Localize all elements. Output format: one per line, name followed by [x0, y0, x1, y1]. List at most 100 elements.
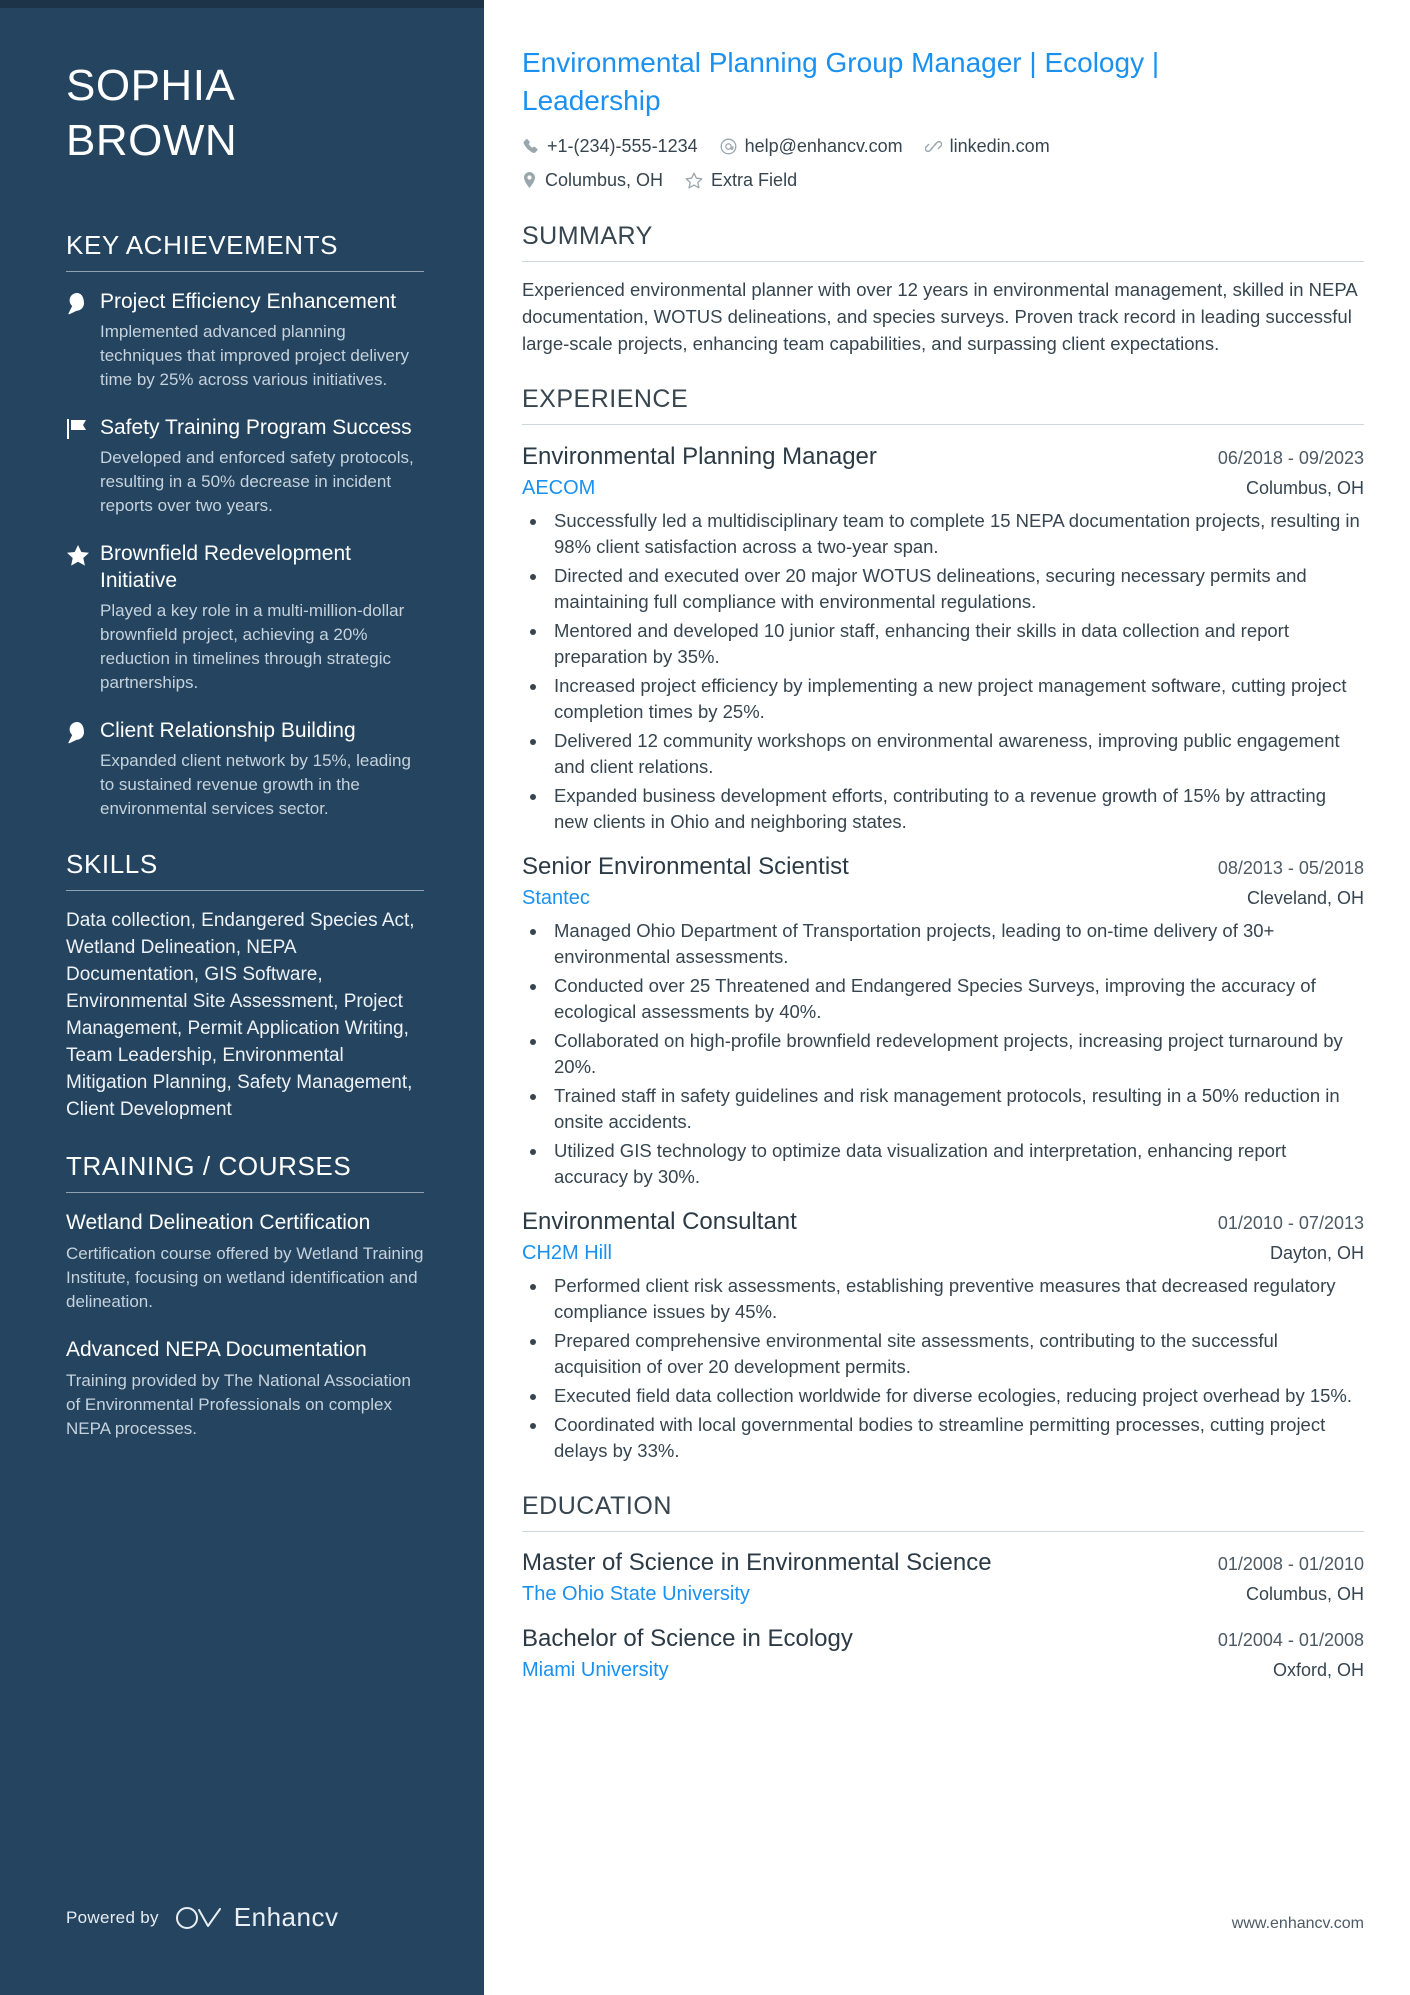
skills-heading: SKILLS — [66, 849, 158, 879]
key-achievements-heading: KEY ACHIEVEMENTS — [66, 230, 339, 260]
job-location: Dayton, OH — [1269, 1243, 1364, 1263]
achievement-title: Project Efficiency Enhancement — [100, 290, 397, 313]
skills-section: SKILLS Data collection, Endangered Speci… — [66, 847, 424, 1123]
summary-heading: SUMMARY — [522, 222, 653, 250]
experience-section: EXPERIENCE Environmental Planning Manage… — [522, 383, 1364, 1464]
achievement-item: Brownfield Redevelopment Initiative Play… — [66, 540, 424, 695]
last-name: BROWN — [66, 116, 238, 165]
star-icon — [66, 540, 100, 695]
company-name[interactable]: Stantec — [522, 884, 590, 912]
company-name[interactable]: AECOM — [522, 474, 595, 502]
experience-entry: Senior Environmental Scientist 08/2013 -… — [522, 850, 1364, 1190]
main-content: Environmental Planning Group Manager | E… — [484, 0, 1410, 1995]
school-location: Oxford, OH — [1272, 1660, 1364, 1680]
contact-extra-field: Extra Field — [685, 166, 797, 194]
education-heading: EDUCATION — [522, 1492, 672, 1520]
achievement-title: Client Relationship Building — [100, 719, 356, 742]
education-entry: Master of Science in Environmental Scien… — [522, 1546, 1364, 1608]
training-courses-heading: TRAINING / COURSES — [66, 1151, 352, 1181]
degree-date-range: 01/2004 - 01/2008 — [1217, 1630, 1364, 1650]
divider — [66, 890, 424, 891]
divider — [66, 271, 424, 272]
lightbulb-icon — [66, 717, 100, 821]
job-bullet: Trained staff in safety guidelines and r… — [548, 1083, 1364, 1135]
achievement-description: Played a key role in a multi-million-dol… — [100, 601, 405, 692]
job-bullet: Utilized GIS technology to optimize data… — [548, 1138, 1364, 1190]
degree-date-range: 01/2008 - 01/2010 — [1217, 1554, 1364, 1574]
job-title: Senior Environmental Scientist — [522, 853, 849, 880]
course-title: Advanced NEPA Documentation — [66, 1338, 367, 1361]
achievement-description: Developed and enforced safety protocols,… — [100, 448, 414, 515]
job-title: Environmental Planning Manager — [522, 443, 877, 470]
achievement-description: Expanded client network by 15%, leading … — [100, 751, 411, 818]
job-bullet: Collaborated on high-profile brownfield … — [548, 1028, 1364, 1080]
job-bullet: Coordinated with local governmental bodi… — [548, 1412, 1364, 1464]
flag-icon — [66, 414, 100, 518]
training-courses-section: TRAINING / COURSES Wetland Delineation C… — [66, 1149, 424, 1441]
job-bullet: Increased project efficiency by implemen… — [548, 673, 1364, 725]
contact-email[interactable]: help@enhancv.com — [720, 132, 903, 160]
contact-location-text: Columbus, OH — [545, 170, 664, 190]
job-bullet: Conducted over 25 Threatened and Endange… — [548, 973, 1364, 1025]
job-bullet: Executed field data collection worldwide… — [548, 1383, 1364, 1409]
experience-heading: EXPERIENCE — [522, 385, 689, 413]
site-url-footer: www.enhancv.com — [1231, 1915, 1364, 1932]
enhancv-logo: Enhancv — [175, 1902, 339, 1933]
page-title: Environmental Planning Group Manager | E… — [522, 47, 1160, 116]
education-entry: Bachelor of Science in Ecology 01/2004 -… — [522, 1622, 1364, 1684]
link-icon — [924, 138, 942, 155]
phone-icon — [522, 138, 539, 155]
job-bullets: Managed Ohio Department of Transportatio… — [522, 918, 1364, 1190]
divider — [522, 424, 1364, 425]
job-date-range: 01/2010 - 07/2013 — [1217, 1213, 1364, 1233]
course-item: Advanced NEPA Documentation Training pro… — [66, 1336, 424, 1441]
job-location: Columbus, OH — [1245, 478, 1364, 498]
job-bullet: Prepared comprehensive environmental sit… — [548, 1328, 1364, 1380]
contact-linkedin[interactable]: linkedin.com — [924, 132, 1050, 160]
achievement-item: Project Efficiency Enhancement Implement… — [66, 288, 424, 392]
achievement-item: Safety Training Program Success Develope… — [66, 414, 424, 518]
key-achievements-section: KEY ACHIEVEMENTS Project Efficiency Enha… — [66, 228, 424, 821]
enhancv-mark-icon — [175, 1906, 221, 1929]
contact-phone[interactable]: +1-(234)-555-1234 — [522, 132, 698, 160]
email-icon — [720, 138, 737, 155]
school-name[interactable]: The Ohio State University — [522, 1580, 750, 1608]
summary-text: Experienced environmental planner with o… — [522, 279, 1357, 354]
contact-email-text: help@enhancv.com — [744, 136, 903, 156]
course-description: Certification course offered by Wetland … — [66, 1244, 424, 1311]
job-bullet: Delivered 12 community workshops on envi… — [548, 728, 1364, 780]
divider — [522, 261, 1364, 262]
job-bullet: Performed client risk assessments, estab… — [548, 1273, 1364, 1325]
job-bullet: Successfully led a multidisciplinary tea… — [548, 508, 1364, 560]
school-name[interactable]: Miami University — [522, 1656, 669, 1684]
job-title: Environmental Consultant — [522, 1208, 797, 1235]
experience-entry: Environmental Planning Manager 06/2018 -… — [522, 440, 1364, 835]
lightbulb-icon — [66, 288, 100, 392]
location-pin-icon — [522, 171, 537, 189]
achievement-description: Implemented advanced planning techniques… — [100, 322, 409, 389]
achievement-title: Brownfield Redevelopment Initiative — [100, 542, 351, 592]
job-bullet: Expanded business development efforts, c… — [548, 783, 1364, 835]
job-bullet: Managed Ohio Department of Transportatio… — [548, 918, 1364, 970]
achievement-item: Client Relationship Building Expanded cl… — [66, 717, 424, 821]
powered-by-enhancv: Powered by Enhancv — [66, 1902, 338, 1933]
job-bullets: Successfully led a multidisciplinary tea… — [522, 508, 1364, 835]
job-bullet: Directed and executed over 20 major WOTU… — [548, 563, 1364, 615]
skills-list: Data collection, Endangered Species Act,… — [66, 910, 415, 1120]
divider — [522, 1531, 1364, 1532]
summary-section: SUMMARY Experienced environmental planne… — [522, 220, 1364, 357]
candidate-name: SOPHIA BROWN — [66, 8, 424, 202]
degree-title: Bachelor of Science in Ecology — [522, 1625, 853, 1652]
sidebar: SOPHIA BROWN KEY ACHIEVEMENTS Project Ef… — [0, 0, 484, 1995]
star-outline-icon — [685, 172, 703, 189]
contact-extra-field-text: Extra Field — [711, 170, 798, 190]
job-location: Cleveland, OH — [1246, 888, 1364, 908]
job-bullet: Mentored and developed 10 junior staff, … — [548, 618, 1364, 670]
company-name[interactable]: CH2M Hill — [522, 1239, 612, 1267]
degree-title: Master of Science in Environmental Scien… — [522, 1549, 992, 1576]
enhancv-wordmark: Enhancv — [233, 1902, 339, 1932]
job-date-range: 06/2018 - 09/2023 — [1217, 448, 1364, 468]
school-location: Columbus, OH — [1245, 1584, 1364, 1604]
course-title: Wetland Delineation Certification — [66, 1211, 371, 1234]
resume-page: SOPHIA BROWN KEY ACHIEVEMENTS Project Ef… — [0, 0, 1410, 1995]
